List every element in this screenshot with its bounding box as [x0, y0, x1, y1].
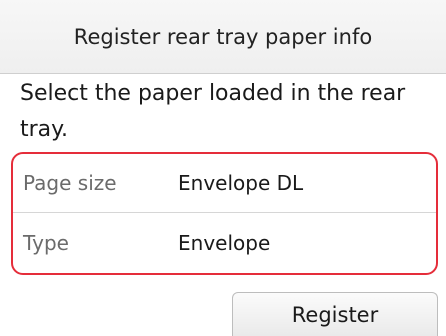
register-button-label: Register [291, 302, 379, 327]
type-label: Type [23, 231, 69, 255]
page-size-label: Page size [23, 171, 117, 195]
register-button[interactable]: Register [232, 292, 438, 336]
printer-lcd-screen: Register rear tray paper info Select the… [0, 0, 446, 336]
type-value: Envelope [178, 231, 271, 255]
screen-title: Register rear tray paper info [0, 0, 446, 74]
setting-row-page-size[interactable]: Page size Envelope DL [13, 154, 436, 213]
screen-title-text: Register rear tray paper info [73, 24, 373, 49]
paper-settings-group: Page size Envelope DL Type Envelope [11, 152, 438, 275]
instruction-text: Select the paper loaded in the rear tray… [20, 81, 406, 142]
page-size-value: Envelope DL [178, 171, 304, 195]
setting-row-type[interactable]: Type Envelope [13, 214, 436, 272]
